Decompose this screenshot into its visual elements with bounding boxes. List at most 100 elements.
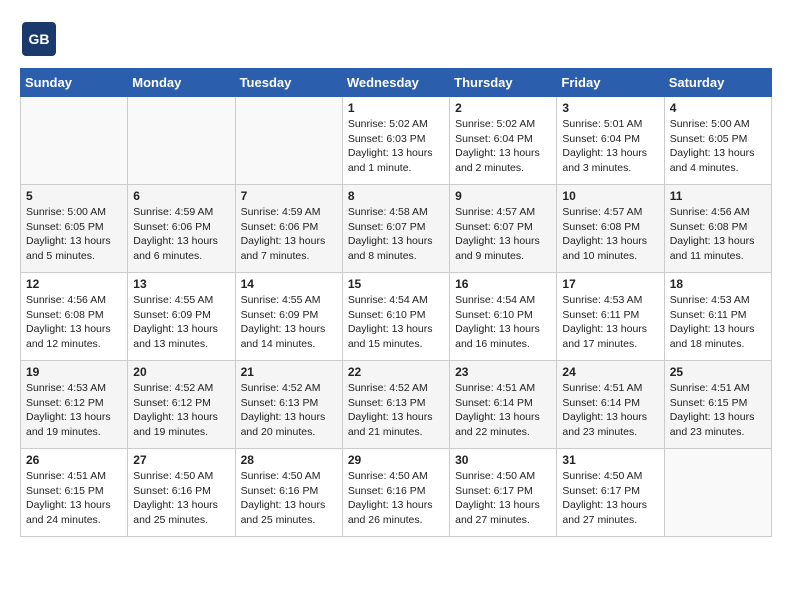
day-number: 21 [241,365,337,379]
day-number: 4 [670,101,766,115]
calendar-cell [128,97,235,185]
day-number: 24 [562,365,658,379]
day-number: 29 [348,453,444,467]
day-content: Sunrise: 4:50 AM Sunset: 6:16 PM Dayligh… [348,469,444,528]
calendar-cell [235,97,342,185]
page-header: GB [20,20,772,58]
calendar-cell: 20 Sunrise: 4:52 AM Sunset: 6:12 PM Dayli… [128,361,235,449]
calendar-cell: 25 Sunrise: 4:51 AM Sunset: 6:15 PM Dayli… [664,361,771,449]
day-number: 22 [348,365,444,379]
day-content: Sunrise: 4:52 AM Sunset: 6:13 PM Dayligh… [241,381,337,440]
calendar-cell: 2Sunrise: 5:02 AM Sunset: 6:04 PM Daylig… [450,97,557,185]
calendar-cell: 13Sunrise: 4:55 AM Sunset: 6:09 PM Dayli… [128,273,235,361]
day-content: Sunrise: 4:57 AM Sunset: 6:08 PM Dayligh… [562,205,658,264]
day-content: Sunrise: 4:51 AM Sunset: 6:14 PM Dayligh… [562,381,658,440]
day-content: Sunrise: 5:00 AM Sunset: 6:05 PM Dayligh… [26,205,122,264]
calendar-cell: 5 Sunrise: 5:00 AM Sunset: 6:05 PM Daylig… [21,185,128,273]
day-content: Sunrise: 4:53 AM Sunset: 6:11 PM Dayligh… [562,293,658,352]
calendar-cell: 15 Sunrise: 4:54 AM Sunset: 6:10 PM Dayli… [342,273,449,361]
day-number: 26 [26,453,122,467]
calendar-week-row: 1 Sunrise: 5:02 AM Sunset: 6:03 PM Daylig… [21,97,772,185]
day-number: 28 [241,453,337,467]
calendar-cell: 21 Sunrise: 4:52 AM Sunset: 6:13 PM Dayli… [235,361,342,449]
calendar-week-row: 5 Sunrise: 5:00 AM Sunset: 6:05 PM Daylig… [21,185,772,273]
day-content: Sunrise: 4:58 AM Sunset: 6:07 PM Dayligh… [348,205,444,264]
day-content: Sunrise: 4:52 AM Sunset: 6:13 PM Dayligh… [348,381,444,440]
calendar-cell: 26 Sunrise: 4:51 AM Sunset: 6:15 PM Dayli… [21,449,128,537]
day-number: 11 [670,189,766,203]
calendar-cell: 24 Sunrise: 4:51 AM Sunset: 6:14 PM Dayli… [557,361,664,449]
day-content: Sunrise: 4:50 AM Sunset: 6:17 PM Dayligh… [562,469,658,528]
calendar-cell: 18 Sunrise: 4:53 AM Sunset: 6:11 PM Dayli… [664,273,771,361]
day-content: Sunrise: 4:51 AM Sunset: 6:14 PM Dayligh… [455,381,551,440]
calendar-cell: 30Sunrise: 4:50 AM Sunset: 6:17 PM Dayli… [450,449,557,537]
calendar-cell: 17 Sunrise: 4:53 AM Sunset: 6:11 PM Dayli… [557,273,664,361]
weekday-header: Thursday [450,69,557,97]
day-content: Sunrise: 4:53 AM Sunset: 6:12 PM Dayligh… [26,381,122,440]
day-content: Sunrise: 4:50 AM Sunset: 6:16 PM Dayligh… [241,469,337,528]
day-number: 7 [241,189,337,203]
weekday-header: Monday [128,69,235,97]
calendar-cell [664,449,771,537]
day-content: Sunrise: 4:51 AM Sunset: 6:15 PM Dayligh… [26,469,122,528]
calendar-cell: 27 Sunrise: 4:50 AM Sunset: 6:16 PM Dayli… [128,449,235,537]
calendar-cell: 23 Sunrise: 4:51 AM Sunset: 6:14 PM Dayli… [450,361,557,449]
calendar-cell: 19 Sunrise: 4:53 AM Sunset: 6:12 PM Dayli… [21,361,128,449]
calendar-cell: 8 Sunrise: 4:58 AM Sunset: 6:07 PM Daylig… [342,185,449,273]
day-content: Sunrise: 4:56 AM Sunset: 6:08 PM Dayligh… [670,205,766,264]
calendar-week-row: 12Sunrise: 4:56 AM Sunset: 6:08 PM Dayli… [21,273,772,361]
day-number: 20 [133,365,229,379]
day-number: 31 [562,453,658,467]
calendar-cell [21,97,128,185]
weekday-header: Sunday [21,69,128,97]
day-content: Sunrise: 4:50 AM Sunset: 6:16 PM Dayligh… [133,469,229,528]
day-number: 12 [26,277,122,291]
weekday-header: Wednesday [342,69,449,97]
day-number: 17 [562,277,658,291]
calendar-cell: 16Sunrise: 4:54 AM Sunset: 6:10 PM Dayli… [450,273,557,361]
day-content: Sunrise: 4:54 AM Sunset: 6:10 PM Dayligh… [348,293,444,352]
day-number: 5 [26,189,122,203]
day-content: Sunrise: 5:00 AM Sunset: 6:05 PM Dayligh… [670,117,766,176]
day-content: Sunrise: 4:50 AM Sunset: 6:17 PM Dayligh… [455,469,551,528]
logo: GB [20,20,62,58]
day-number: 18 [670,277,766,291]
day-number: 15 [348,277,444,291]
day-number: 27 [133,453,229,467]
day-content: Sunrise: 5:02 AM Sunset: 6:04 PM Dayligh… [455,117,551,176]
calendar-cell: 6 Sunrise: 4:59 AM Sunset: 6:06 PM Daylig… [128,185,235,273]
day-content: Sunrise: 4:54 AM Sunset: 6:10 PM Dayligh… [455,293,551,352]
day-number: 8 [348,189,444,203]
day-number: 6 [133,189,229,203]
day-content: Sunrise: 5:01 AM Sunset: 6:04 PM Dayligh… [562,117,658,176]
day-content: Sunrise: 4:59 AM Sunset: 6:06 PM Dayligh… [133,205,229,264]
day-number: 9 [455,189,551,203]
calendar-cell: 11 Sunrise: 4:56 AM Sunset: 6:08 PM Dayli… [664,185,771,273]
day-content: Sunrise: 4:57 AM Sunset: 6:07 PM Dayligh… [455,205,551,264]
day-content: Sunrise: 4:59 AM Sunset: 6:06 PM Dayligh… [241,205,337,264]
day-number: 3 [562,101,658,115]
calendar-cell: 3 Sunrise: 5:01 AM Sunset: 6:04 PM Daylig… [557,97,664,185]
calendar-cell: 12Sunrise: 4:56 AM Sunset: 6:08 PM Dayli… [21,273,128,361]
day-number: 1 [348,101,444,115]
day-content: Sunrise: 5:02 AM Sunset: 6:03 PM Dayligh… [348,117,444,176]
weekday-header: Saturday [664,69,771,97]
weekday-header: Friday [557,69,664,97]
day-number: 10 [562,189,658,203]
calendar-cell: 4 Sunrise: 5:00 AM Sunset: 6:05 PM Daylig… [664,97,771,185]
day-content: Sunrise: 4:51 AM Sunset: 6:15 PM Dayligh… [670,381,766,440]
day-content: Sunrise: 4:55 AM Sunset: 6:09 PM Dayligh… [241,293,337,352]
day-number: 23 [455,365,551,379]
day-content: Sunrise: 4:53 AM Sunset: 6:11 PM Dayligh… [670,293,766,352]
weekday-header: Tuesday [235,69,342,97]
calendar-cell: 1 Sunrise: 5:02 AM Sunset: 6:03 PM Daylig… [342,97,449,185]
day-content: Sunrise: 4:52 AM Sunset: 6:12 PM Dayligh… [133,381,229,440]
logo-icon: GB [20,20,58,58]
calendar-table: SundayMondayTuesdayWednesdayThursdayFrid… [20,68,772,537]
calendar-week-row: 26 Sunrise: 4:51 AM Sunset: 6:15 PM Dayli… [21,449,772,537]
day-number: 19 [26,365,122,379]
calendar-week-row: 19 Sunrise: 4:53 AM Sunset: 6:12 PM Dayli… [21,361,772,449]
calendar-cell: 29 Sunrise: 4:50 AM Sunset: 6:16 PM Dayli… [342,449,449,537]
day-number: 25 [670,365,766,379]
calendar-cell: 14Sunrise: 4:55 AM Sunset: 6:09 PM Dayli… [235,273,342,361]
